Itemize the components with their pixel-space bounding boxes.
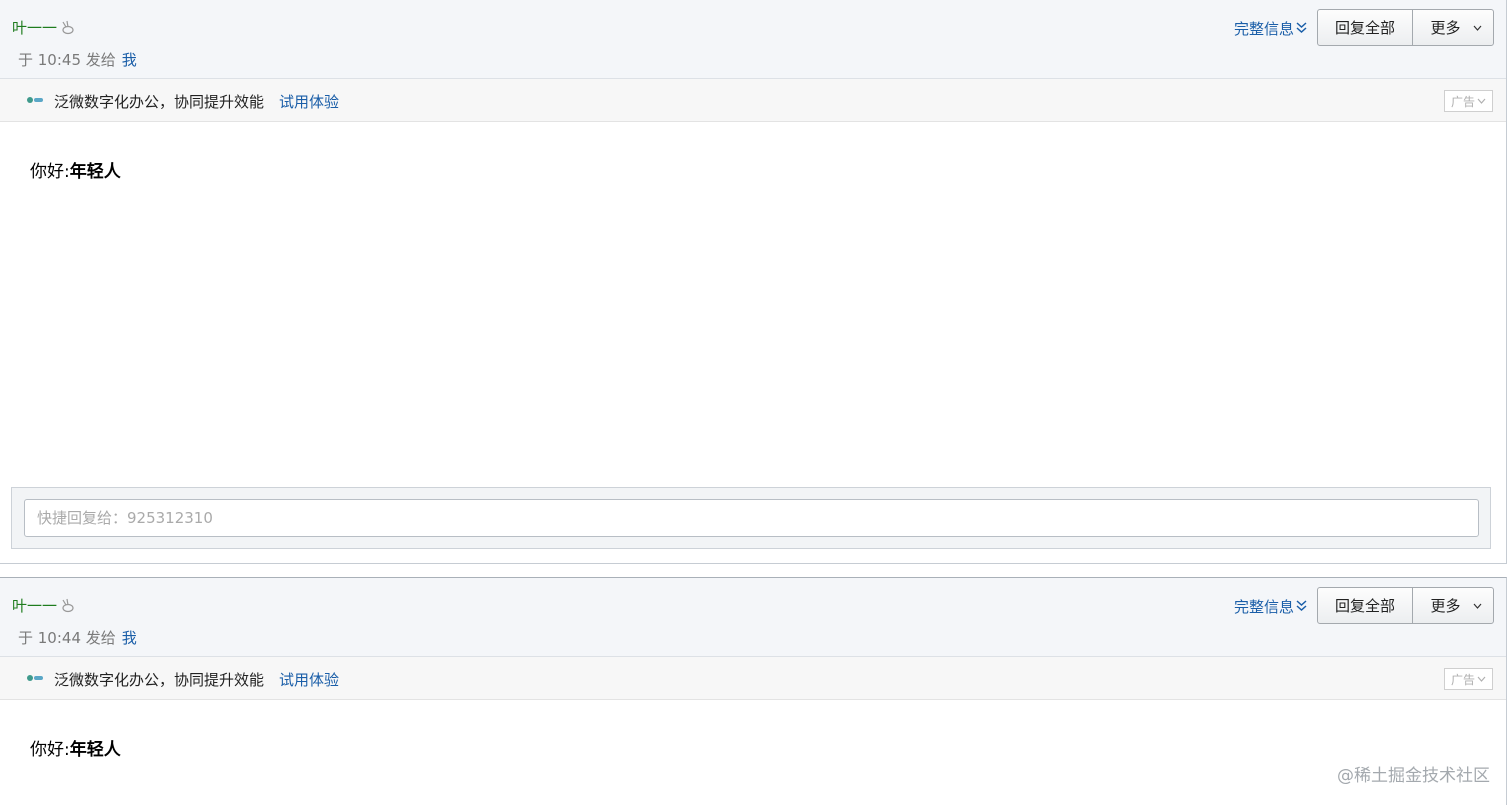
greeting: 你好:: [30, 161, 70, 182]
watermark: @稀土掘金技术社区: [1337, 765, 1490, 786]
double-chevron-down-icon: [1296, 600, 1307, 612]
ad-link[interactable]: 试用体验: [279, 668, 339, 690]
sender[interactable]: 叶一一: [12, 17, 75, 37]
chevron-down-icon: [1473, 603, 1481, 609]
chevron-down-icon: [1477, 676, 1486, 682]
ad-logo-icon: [27, 675, 43, 681]
send-meta: 于 10:44 发给 我: [18, 626, 137, 648]
sender[interactable]: 叶一一: [12, 595, 75, 615]
ad-tag-dropdown[interactable]: 广告: [1444, 90, 1493, 112]
send-time: 于 10:44 发给: [18, 628, 116, 647]
sender-name[interactable]: 叶一一: [12, 17, 57, 38]
ad-tag-label: 广告: [1450, 672, 1475, 687]
ad-text: 泛微数字化办公，协同提升效能: [54, 670, 265, 689]
full-info-label: 完整信息: [1233, 597, 1294, 616]
more-button[interactable]: 更多: [1413, 10, 1493, 45]
full-info-toggle[interactable]: 完整信息: [1234, 17, 1307, 39]
sender-name[interactable]: 叶一一: [12, 595, 57, 616]
action-buttons: 回复全部 更多: [1317, 587, 1494, 624]
chevron-down-icon: [1473, 25, 1481, 31]
ad-bar: 泛微数字化办公，协同提升效能 试用体验 广告: [0, 657, 1506, 700]
email-header: 叶一一 于 10:45 发给 我 完整信息 回复全部 更多: [0, 0, 1506, 79]
more-button[interactable]: 更多: [1413, 588, 1493, 623]
more-label: 更多: [1430, 597, 1461, 615]
reply-all-button[interactable]: 回复全部: [1318, 588, 1413, 623]
quick-reply-box: [11, 487, 1491, 549]
greeting: 你好:: [30, 739, 70, 760]
send-time: 于 10:45 发给: [18, 50, 116, 69]
ad-logo-icon: [27, 97, 43, 103]
reply-all-button[interactable]: 回复全部: [1318, 10, 1413, 45]
more-label: 更多: [1430, 19, 1461, 37]
email-card: 叶一一 于 10:44 发给 我 完整信息 回复全部 更多 泛微数字化办公，协同…: [0, 577, 1507, 805]
rabbit-icon: [59, 19, 75, 35]
action-buttons: 回复全部 更多: [1317, 9, 1494, 46]
ad-bar: 泛微数字化办公，协同提升效能 试用体验 广告: [0, 79, 1506, 122]
ad-link[interactable]: 试用体验: [279, 90, 339, 112]
recipient-link[interactable]: 我: [122, 49, 137, 70]
email-body: 你好: 年轻人: [30, 735, 121, 760]
email-header: 叶一一 于 10:44 发给 我 完整信息 回复全部 更多: [0, 578, 1506, 657]
full-info-label: 完整信息: [1233, 19, 1294, 38]
ad-tag-label: 广告: [1450, 94, 1475, 109]
send-meta: 于 10:45 发给 我: [18, 48, 137, 70]
full-info-toggle[interactable]: 完整信息: [1234, 595, 1307, 617]
ad-text: 泛微数字化办公，协同提升效能: [54, 92, 265, 111]
chevron-down-icon: [1477, 98, 1486, 104]
quick-reply-input[interactable]: [24, 499, 1479, 537]
rabbit-icon: [59, 597, 75, 613]
double-chevron-down-icon: [1296, 22, 1307, 34]
greeting-name: 年轻人: [69, 739, 121, 760]
email-card: 叶一一 于 10:45 发给 我 完整信息 回复全部 更多 泛微数字化办公，协同…: [0, 0, 1507, 564]
recipient-link[interactable]: 我: [122, 627, 137, 648]
email-body: 你好: 年轻人: [30, 157, 121, 182]
ad-tag-dropdown[interactable]: 广告: [1444, 668, 1493, 690]
greeting-name: 年轻人: [69, 161, 121, 182]
